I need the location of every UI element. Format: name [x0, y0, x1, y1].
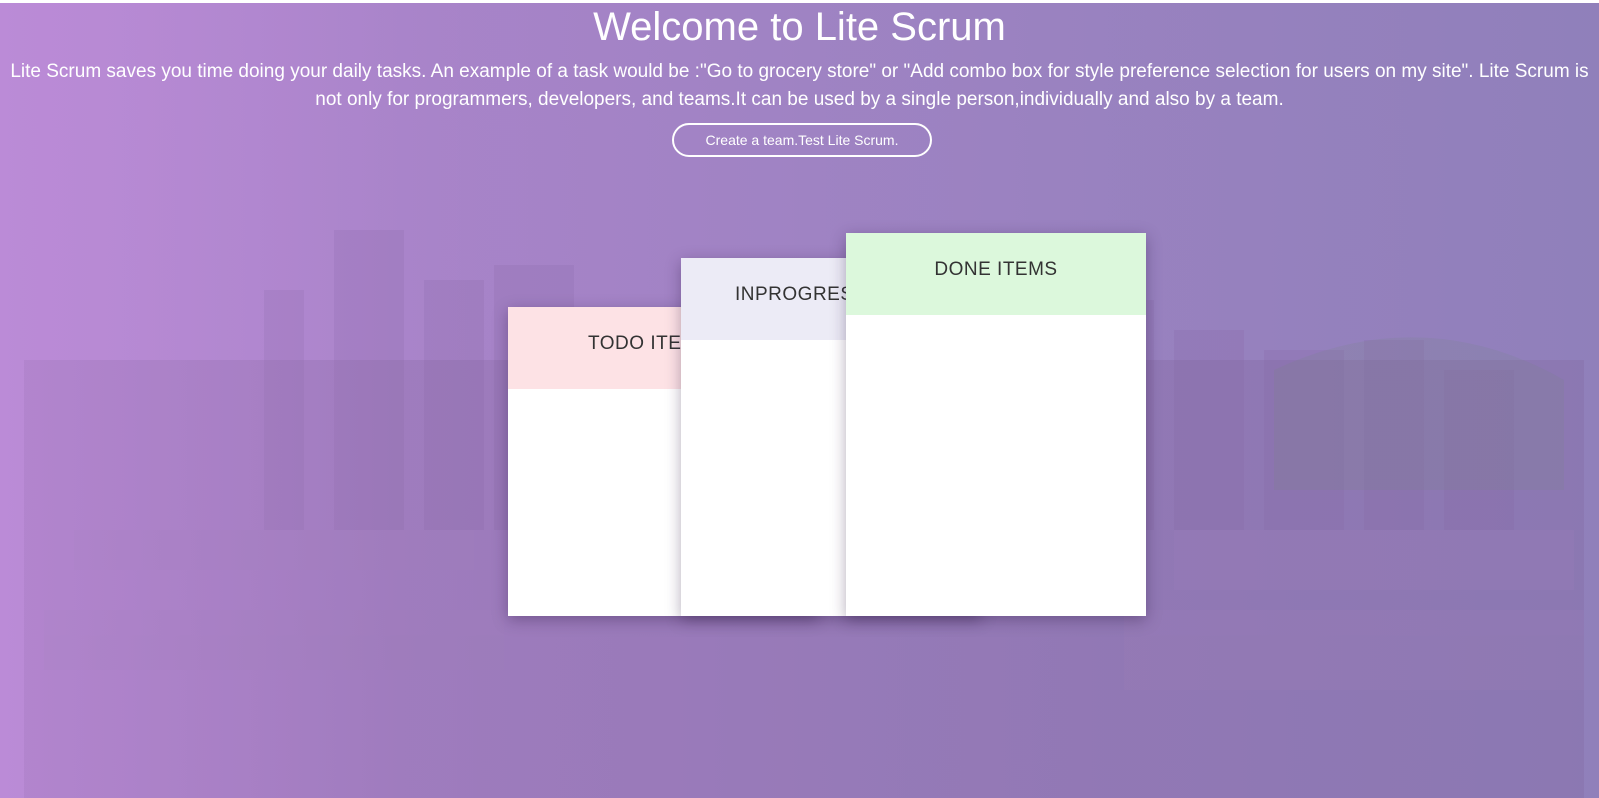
done-column-header: DONE ITEMS	[846, 233, 1146, 315]
create-team-button[interactable]: Create a team.Test Lite Scrum.	[672, 123, 932, 157]
intro-text: Lite Scrum saves you time doing your dai…	[10, 61, 1589, 110]
page-title: Welcome to Lite Scrum	[593, 5, 1006, 49]
done-column-card[interactable]: DONE ITEMS	[846, 233, 1146, 616]
